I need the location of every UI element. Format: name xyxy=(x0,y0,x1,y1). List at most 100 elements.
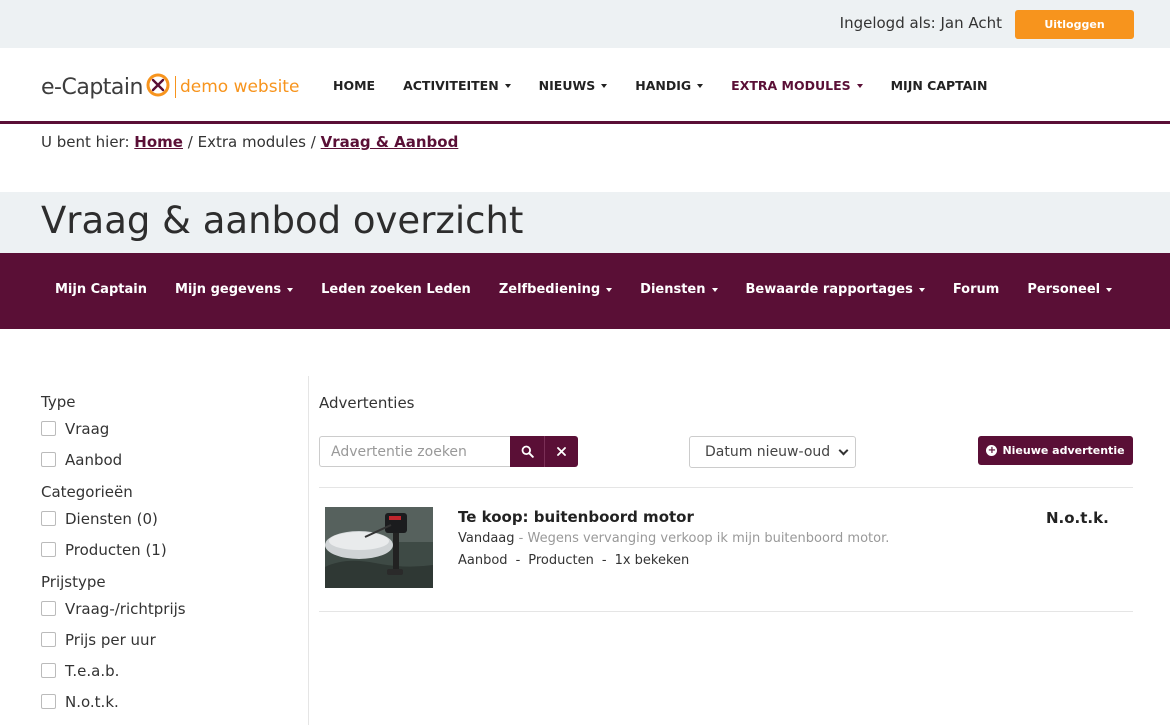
checkbox[interactable] xyxy=(41,421,56,436)
checkbox[interactable] xyxy=(41,694,56,709)
sub-nav: Mijn Captain Mijn gegevens Leden zoeken … xyxy=(0,253,1170,329)
list-divider-bottom xyxy=(319,611,1133,612)
subnav-label: Zelfbediening xyxy=(498,282,601,297)
nav-activiteiten[interactable]: ACTIVITEITEN xyxy=(403,78,511,93)
chevron-down-icon xyxy=(838,445,849,455)
main-nav: HOME ACTIVITEITEN NIEUWS HANDIG EXTRA MO… xyxy=(333,78,1016,93)
breadcrumb-separator: / xyxy=(187,133,193,151)
filter-option-notk[interactable]: N.o.t.k. xyxy=(41,686,281,717)
subnav-label: Personeel xyxy=(1027,282,1101,297)
breadcrumb-prefix: U bent hier: xyxy=(41,133,130,151)
filter-option-label: Prijs per uur xyxy=(65,630,156,649)
nav-extra-modules[interactable]: EXTRA MODULES xyxy=(731,78,863,93)
nav-handig[interactable]: HANDIG xyxy=(635,78,704,93)
logout-button[interactable]: Uitloggen xyxy=(1015,10,1134,39)
filter-option-label: Vraag-/richtprijs xyxy=(65,599,186,618)
checkbox[interactable] xyxy=(41,511,56,526)
sort-selected-value: Datum nieuw-oud xyxy=(705,444,831,460)
filter-option-label: N.o.t.k. xyxy=(65,692,119,711)
subnav-label: Forum xyxy=(952,282,1000,297)
list-item[interactable]: Te koop: buitenboord motor Vandaag - Weg… xyxy=(319,488,1133,611)
site-logo[interactable]: e-Captain demo website xyxy=(41,72,299,102)
page-title: Vraag & aanbod overzicht xyxy=(41,199,524,242)
nav-mijn-captain[interactable]: MIJN CAPTAIN xyxy=(891,78,988,93)
top-bar: Ingelogd als: Jan Acht Uitloggen xyxy=(0,0,1170,48)
listing-desc-separator: - xyxy=(514,531,528,546)
caret-down-icon xyxy=(918,287,925,292)
listing-description: Vandaag - Wegens vervanging verkoop ik m… xyxy=(458,531,889,546)
nav-home[interactable]: HOME xyxy=(333,78,375,93)
filter-option-vraagprijs[interactable]: Vraag-/richtprijs xyxy=(41,593,281,624)
listing-meta: Aanbod - Producten -1x bekeken xyxy=(458,553,689,568)
filter-option-producten[interactable]: Producten (1) xyxy=(41,534,281,565)
title-band: Vraag & aanbod overzicht xyxy=(0,192,1170,253)
clear-search-button[interactable] xyxy=(544,436,578,467)
close-icon xyxy=(557,447,566,456)
filter-option-vraag[interactable]: Vraag xyxy=(41,413,281,444)
checkbox[interactable] xyxy=(41,663,56,678)
filter-option-prijs-per-uur[interactable]: Prijs per uur xyxy=(41,624,281,655)
nav-nieuws[interactable]: NIEUWS xyxy=(539,78,608,93)
listing-description-text: Wegens vervanging verkoop ik mijn buiten… xyxy=(527,531,890,546)
filter-option-teab[interactable]: T.e.a.b. xyxy=(41,655,281,686)
sidebar-divider xyxy=(308,376,309,725)
breadcrumb-home-link[interactable]: Home xyxy=(134,133,183,151)
search-input[interactable] xyxy=(319,436,510,467)
breadcrumb-separator: / xyxy=(310,133,316,151)
subnav-label: Leden zoeken Leden xyxy=(321,282,471,297)
filter-option-aanbod[interactable]: Aanbod xyxy=(41,444,281,475)
filter-pricetype-title: Prijstype xyxy=(41,573,106,591)
filter-type-title: Type xyxy=(41,393,76,411)
breadcrumb-current-link[interactable]: Vraag & Aanbod xyxy=(321,133,459,151)
subnav-leden-zoeken[interactable]: Leden zoeken Leden xyxy=(321,282,471,297)
sort-select[interactable]: Datum nieuw-oud xyxy=(689,436,856,468)
subnav-diensten[interactable]: Diensten xyxy=(640,282,718,297)
logged-in-user: Ingelogd als: Jan Acht xyxy=(839,14,1002,32)
caret-down-icon xyxy=(601,83,608,88)
new-ad-button[interactable]: + Nieuwe advertentie xyxy=(978,436,1133,465)
subnav-bewaarde-rapportages[interactable]: Bewaarde rapportages xyxy=(746,282,925,297)
caret-down-icon xyxy=(606,287,613,292)
search-button[interactable] xyxy=(510,436,544,467)
meta-separator: - xyxy=(515,553,521,568)
nav-home-label: HOME xyxy=(333,78,376,93)
listing-type: Aanbod xyxy=(458,553,508,568)
subnav-zelfbediening[interactable]: Zelfbediening xyxy=(498,282,613,297)
checkbox[interactable] xyxy=(41,542,56,557)
checkbox[interactable] xyxy=(41,601,56,616)
site-header: e-Captain demo website HOME ACTIVITEITEN… xyxy=(0,48,1170,124)
subnav-personeel[interactable]: Personeel xyxy=(1027,282,1113,297)
checkbox[interactable] xyxy=(41,632,56,647)
filter-option-label: Diensten (0) xyxy=(65,509,158,528)
listing-views: 1x bekeken xyxy=(614,553,690,568)
filter-sidebar: Type Vraag Aanbod Categorieën Diensten (… xyxy=(41,393,281,717)
nav-mijn-captain-label: MIJN CAPTAIN xyxy=(890,78,988,93)
captain-wheel-icon xyxy=(145,72,171,102)
caret-down-icon xyxy=(287,287,294,292)
subnav-mijn-captain[interactable]: Mijn Captain xyxy=(55,282,147,297)
subnav-label: Bewaarde rapportages xyxy=(745,282,913,297)
subnav-mijn-gegevens[interactable]: Mijn gegevens xyxy=(174,282,294,297)
caret-down-icon xyxy=(1106,287,1113,292)
filter-categories-title: Categorieën xyxy=(41,483,133,501)
caret-down-icon xyxy=(856,83,863,88)
listing-price: N.o.t.k. xyxy=(1046,509,1109,527)
subnav-forum[interactable]: Forum xyxy=(953,282,1000,297)
subnav-label: Mijn gegevens xyxy=(174,282,282,297)
checkbox[interactable] xyxy=(41,452,56,467)
subnav-label: Mijn Captain xyxy=(55,282,147,297)
listing-thumbnail[interactable] xyxy=(325,507,433,588)
listing-title[interactable]: Te koop: buitenboord motor xyxy=(458,508,694,526)
filter-option-label: Vraag xyxy=(65,419,110,438)
nav-nieuws-label: NIEUWS xyxy=(538,78,596,93)
filter-option-diensten[interactable]: Diensten (0) xyxy=(41,503,281,534)
breadcrumb: U bent hier: Home / Extra modules / Vraa… xyxy=(41,133,458,151)
filter-option-label: Aanbod xyxy=(65,450,123,469)
subnav-label: Diensten xyxy=(640,282,706,297)
filter-option-label: Producten (1) xyxy=(65,540,167,559)
caret-down-icon xyxy=(697,83,704,88)
filter-option-label: T.e.a.b. xyxy=(65,661,120,680)
logo-tagline: demo website xyxy=(179,77,300,97)
listing-date: Vandaag xyxy=(458,531,515,546)
breadcrumb-extra-modules: Extra modules xyxy=(197,133,306,151)
